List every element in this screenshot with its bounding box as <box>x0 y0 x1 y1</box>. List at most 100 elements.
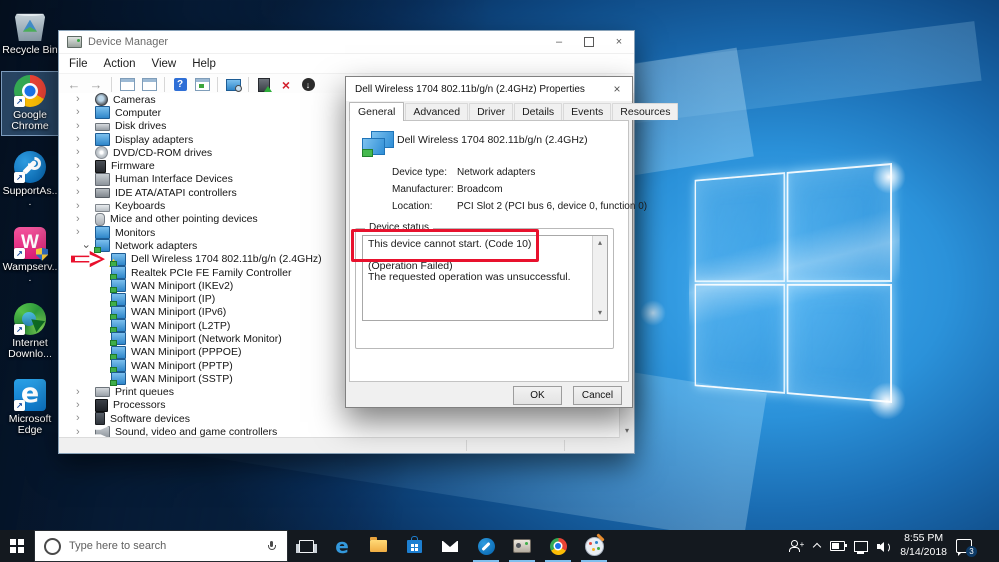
menu-file[interactable]: File <box>61 54 96 73</box>
toolbar-scan-hardware-icon[interactable] <box>224 76 242 93</box>
taskbar-device-manager-icon[interactable] <box>504 530 540 562</box>
desktop-icon-google-chrome[interactable]: ↗ Google Chrome <box>1 70 59 136</box>
scroll-down-icon[interactable]: ▾ <box>625 424 629 438</box>
desktop-icon-recycle-bin[interactable]: ↗ Recycle Bin <box>1 6 59 60</box>
desktop-icon-microsoft-edge[interactable]: ↗ Microsoft Edge <box>1 375 59 440</box>
chevron-icon[interactable]: › <box>76 160 95 172</box>
chevron-icon[interactable]: › <box>76 120 95 132</box>
taskbar-supportassist-icon[interactable] <box>468 530 504 562</box>
device-type-icon <box>95 93 108 107</box>
toolbar-update-driver-icon[interactable] <box>255 76 273 93</box>
taskbar-clock[interactable]: 8:55 PM 8/14/2018 <box>900 532 947 559</box>
device-status-label: Device status <box>365 222 434 233</box>
app-icon: ↗ <box>14 226 48 261</box>
general-tab-page: Dell Wireless 1704 802.11b/g/n (2.4GHz) … <box>349 120 647 382</box>
dialog-tabs: General Advanced Driver Details Events Resour… <box>346 101 679 121</box>
menu-view[interactable]: View <box>144 54 185 73</box>
device-type-icon <box>110 345 126 360</box>
network-tray-icon[interactable] <box>854 540 869 554</box>
toolbar-forward-icon[interactable]: → <box>87 76 105 93</box>
desktop-icon-wampserver[interactable]: ↗ Wampserv... <box>1 223 59 288</box>
cancel-button[interactable]: Cancel <box>573 386 622 405</box>
separator[interactable] <box>217 77 218 92</box>
dialog-tab[interactable]: Resources <box>612 103 679 120</box>
maximize-button[interactable] <box>574 31 604 53</box>
dialog-tab[interactable]: Advanced <box>405 103 469 120</box>
toolbar-uninstall-icon[interactable]: × <box>277 76 295 93</box>
device-type-icon <box>95 412 105 426</box>
separator[interactable] <box>248 77 249 92</box>
chevron-icon[interactable]: › <box>76 426 95 438</box>
menu-action[interactable]: Action <box>96 54 144 73</box>
separator[interactable] <box>164 77 165 92</box>
tree-item-label: Keyboards <box>115 200 166 213</box>
toolbar-console-tree-icon[interactable] <box>118 76 136 93</box>
desktop-icon-internet-download-manager[interactable]: ↗ Internet Downlo... <box>1 299 59 364</box>
toolbar-properties-icon[interactable] <box>140 76 158 93</box>
close-icon[interactable]: × <box>602 77 632 101</box>
battery-icon[interactable] <box>830 541 848 551</box>
toolbar-show-list-icon[interactable] <box>193 76 211 93</box>
device-type-icon <box>110 266 126 280</box>
volume-icon[interactable] <box>877 541 891 553</box>
shortcut-arrow-icon: ↗ <box>14 399 25 411</box>
chevron-icon[interactable]: › <box>76 399 95 411</box>
taskbar-file-explorer-icon[interactable] <box>360 530 396 562</box>
close-button[interactable]: × <box>604 31 634 53</box>
taskbar-edge-icon[interactable]: e <box>324 530 360 562</box>
scroll-up-icon[interactable]: ▴ <box>598 236 602 250</box>
chevron-icon[interactable]: › <box>76 173 95 185</box>
menu-help[interactable]: Help <box>184 54 224 73</box>
toolbar-disable-icon[interactable]: ↓ <box>299 76 317 93</box>
device-type-icon <box>95 123 110 132</box>
device-field-row: Device type: Network adapters <box>392 167 624 178</box>
device-type-icon <box>95 226 110 240</box>
taskbar-paint-icon[interactable] <box>576 530 612 562</box>
taskbar-chrome-icon[interactable] <box>540 530 576 562</box>
dialog-tab[interactable]: Driver <box>469 103 514 120</box>
hidden-icons-chevron[interactable] <box>813 542 821 550</box>
app-icon: ↗ <box>14 377 46 411</box>
chevron-icon[interactable]: › <box>76 187 95 198</box>
tree-item-label: Human Interface Devices <box>115 173 233 186</box>
chevron-icon[interactable]: › <box>76 107 95 118</box>
taskbar-store-icon[interactable] <box>396 530 432 562</box>
minimize-button[interactable]: – <box>544 31 574 53</box>
dialog-tab[interactable]: Details <box>514 103 563 120</box>
toolbar-back-icon[interactable]: ← <box>65 76 83 93</box>
red-arrow-annotation <box>71 250 105 268</box>
tree-item-label: Display adapters <box>115 133 194 146</box>
chevron-icon[interactable]: › <box>76 147 95 158</box>
action-center-icon[interactable]: 3 <box>956 539 977 557</box>
chevron-icon[interactable]: › <box>76 413 95 424</box>
desktop-icon-label: Recycle Bin <box>2 44 58 56</box>
tree-item[interactable]: › Software devices <box>59 412 634 426</box>
desktop-icon-label: Microsoft Edge <box>8 412 52 437</box>
chevron-icon[interactable]: › <box>76 213 95 225</box>
dialog-titlebar[interactable]: Dell Wireless 1704 802.11b/g/n (2.4GHz) … <box>346 77 632 101</box>
device-manager-titlebar[interactable]: Device Manager – × <box>59 31 634 54</box>
desktop-icon-supportassist[interactable]: ↗ SupportAs... <box>1 147 59 212</box>
microphone-icon[interactable] <box>268 541 276 551</box>
taskbar-mail-icon[interactable] <box>432 530 468 562</box>
chevron-icon[interactable]: › <box>76 134 95 145</box>
people-icon[interactable]: + <box>789 540 804 552</box>
chevron-icon[interactable]: › <box>76 386 95 398</box>
status-scrollbar[interactable]: ▴ ▾ <box>592 236 607 320</box>
taskbar-search[interactable]: Type here to search <box>34 530 288 562</box>
separator[interactable] <box>111 77 112 92</box>
ok-button[interactable]: OK <box>513 386 562 405</box>
menu-bar: File Action View Help <box>59 54 634 74</box>
dialog-tab[interactable]: General <box>349 102 405 121</box>
chevron-icon[interactable]: › <box>76 200 95 212</box>
chevron-icon[interactable]: › <box>76 94 95 105</box>
dialog-tab[interactable]: Events <box>563 103 612 120</box>
scroll-down-icon[interactable]: ▾ <box>598 306 602 320</box>
taskbar-task-view-icon[interactable] <box>288 530 324 562</box>
device-name: Dell Wireless 1704 802.11b/g/n (2.4GHz) <box>397 134 588 146</box>
device-type-icon <box>95 398 108 412</box>
toolbar-help-icon[interactable]: ? <box>171 76 189 93</box>
tree-item-label: WAN Miniport (PPTP) <box>131 359 233 372</box>
device-type-icon <box>110 292 126 307</box>
start-button[interactable] <box>0 530 34 562</box>
